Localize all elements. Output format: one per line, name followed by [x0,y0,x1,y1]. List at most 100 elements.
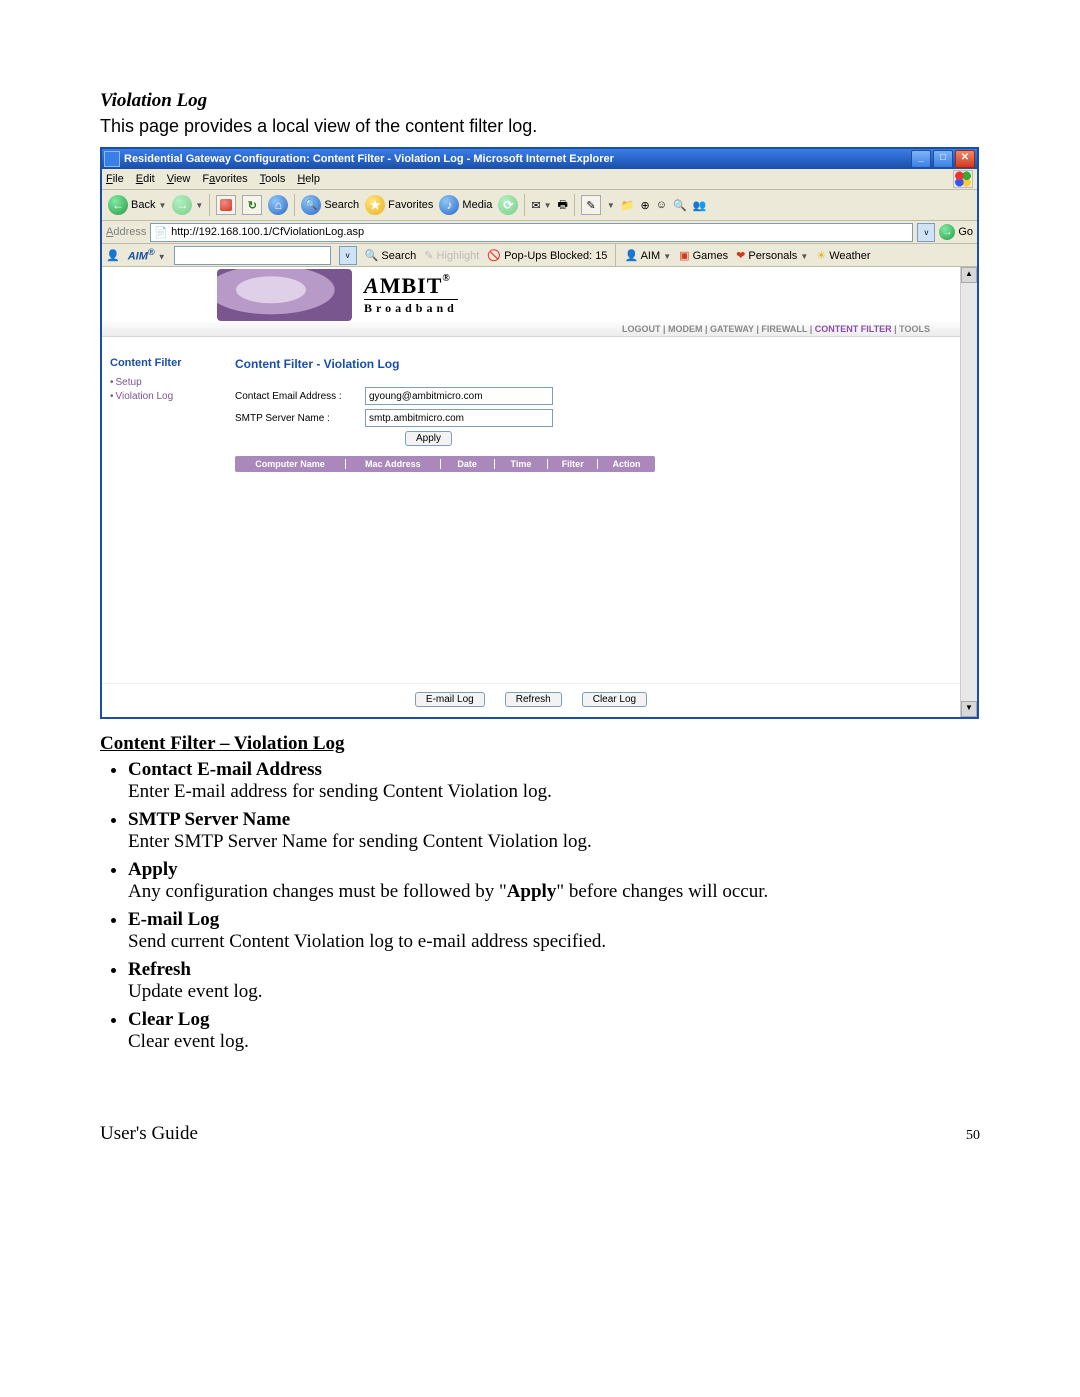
top-nav: LOGOUT | MODEM | GATEWAY | FIREWALL | CO… [102,322,960,337]
world-image [217,269,352,321]
edit-button[interactable]: ✎ [581,195,601,215]
col-computer-name: Computer Name [235,459,346,469]
home-button[interactable]: ⌂ [268,195,288,215]
games-icon: ▣ [679,250,689,262]
footer-page-number: 50 [966,1128,980,1144]
media-button[interactable]: ♪Media [439,195,492,215]
aim-games[interactable]: ▣ Games [679,249,728,262]
email-log-button[interactable]: E-mail Log [415,692,485,707]
section-intro: This page provides a local view of the c… [100,116,980,137]
scroll-down-icon[interactable]: ▼ [961,701,977,717]
nav-logout[interactable]: LOGOUT [622,324,661,334]
email-label: Contact Email Address : [235,391,365,402]
nav-tools[interactable]: TOOLS [899,324,930,334]
back-button[interactable]: ← Back ▼ [108,195,166,215]
mail-icon: ✉ [531,199,540,212]
window-title: Residential Gateway Configuration: Conte… [124,153,614,165]
menu-view[interactable]: View [167,173,191,185]
sidenav-violation-log[interactable]: Violation Log [110,391,225,402]
panel-title: Content Filter - Violation Log [235,357,930,371]
search-button[interactable]: 🔍Search [301,195,359,215]
toolbar: ← Back ▼ → ▼ ↻ ⌂ 🔍Search ★Favorites ♪Med… [102,190,977,221]
refresh-button-panel[interactable]: Refresh [505,692,562,707]
print-button[interactable]: 🖶 [558,196,568,215]
aim-icon: 👤 [624,250,638,262]
aim-logo-icon: 👤 [106,249,120,262]
smtp-input[interactable] [365,409,553,427]
brand-logo: AMBIT® Broadband [364,273,458,316]
history-button[interactable]: ⟳ [498,195,518,215]
nav-gateway[interactable]: GATEWAY [710,324,754,334]
forward-button[interactable]: → ▼ [172,195,203,215]
block-icon: 🚫 [487,250,501,262]
nav-firewall[interactable]: FIREWALL [761,324,807,334]
menu-file[interactable]: FFileile [106,173,124,185]
aim-menu[interactable]: 👤 AIM ▼ [624,249,671,262]
brand-header: AMBIT® Broadband [102,267,960,322]
aim-popups-button[interactable]: 🚫 Pop-Ups Blocked: 15 [487,249,607,262]
email-input[interactable] [365,387,553,405]
star-icon: ★ [365,195,385,215]
ie-icon [104,151,120,167]
browser-window: Residential Gateway Configuration: Conte… [100,147,979,719]
doc-item-smtp: SMTP Server Name Enter SMTP Server Name … [128,809,980,853]
refresh-button[interactable]: ↻ [242,195,262,215]
aim-search-dropdown[interactable]: v [339,246,357,265]
col-mac-address: Mac Address [346,459,441,469]
aim-logo[interactable]: AIM® ▼ [128,247,166,263]
toolbar-extra-1[interactable]: ⊕ [641,199,650,212]
toolbar-extra-3[interactable]: 🔍 [673,199,687,212]
maximize-button[interactable]: □ [933,150,953,168]
aim-highlight-button[interactable]: ✎ Highlight [424,249,479,262]
main-panel: Content Filter - Violation Log Contact E… [225,337,960,683]
clear-log-button[interactable]: Clear Log [582,692,647,707]
aim-personals[interactable]: ❤ Personals ▼ [736,249,808,262]
toolbar-extra-4[interactable]: 👥 [693,199,707,212]
aim-weather[interactable]: ☀ Weather [816,249,870,262]
address-bar: Address 📄 http://192.168.100.1/CfViolati… [102,221,977,244]
address-label: Address [106,226,146,238]
smtp-label: SMTP Server Name : [235,413,365,424]
menu-help[interactable]: Help [297,173,320,185]
minimize-button[interactable]: _ [911,150,931,168]
menu-edit[interactable]: Edit [136,173,155,185]
people-icon: 👥 [693,199,707,212]
address-input[interactable]: 📄 http://192.168.100.1/CfViolationLog.as… [150,223,913,242]
vertical-scrollbar[interactable]: ▲ ▼ [960,267,977,717]
menu-favorites[interactable]: Favorites [202,173,247,185]
print-icon: 🖶 [558,196,568,215]
arrow-left-icon: ← [108,195,128,215]
apply-button[interactable]: Apply [405,431,452,446]
address-dropdown[interactable]: v [917,223,935,242]
doc-item-emaillog: E-mail Log Send current Content Violatio… [128,909,980,953]
aim-search-input[interactable] [174,246,331,265]
col-action: Action [598,459,655,469]
arrow-right-icon: → [172,195,192,215]
toolbar-extra-2[interactable]: ☺ [656,199,667,211]
doc-item-refresh: Refresh Update event log. [128,959,980,1003]
stop-button[interactable] [216,195,236,215]
page-footer: User's Guide 50 [100,1123,980,1145]
menu-tools[interactable]: Tools [260,173,286,185]
sidenav-setup[interactable]: Setup [110,377,225,388]
aim-search-button[interactable]: 🔍 Search [365,249,417,262]
nav-modem[interactable]: MODEM [668,324,703,334]
page-icon: 📄 [154,226,168,239]
title-bar: Residential Gateway Configuration: Conte… [102,149,977,169]
favorites-button[interactable]: ★Favorites [365,195,433,215]
nav-content-filter[interactable]: CONTENT FILTER [815,324,892,334]
aim-toolbar: 👤 AIM® ▼ v 🔍 Search ✎ Highlight 🚫 Pop-Up… [102,244,977,267]
address-url: http://192.168.100.1/CfViolationLog.asp [171,226,364,238]
doc-item-apply: Apply Any configuration changes must be … [128,859,980,903]
discuss-button[interactable]: 📁 [621,199,635,212]
side-nav: Content Filter Setup Violation Log [102,337,225,683]
close-button[interactable]: ✕ [955,150,975,168]
scroll-up-icon[interactable]: ▲ [961,267,977,283]
menu-bar: FFileile Edit View Favorites Tools Help [102,169,977,190]
mail-button[interactable]: ✉▼ [531,199,551,212]
col-time: Time [495,459,549,469]
col-filter: Filter [548,459,598,469]
refresh-icon: ↻ [248,199,257,212]
go-button[interactable]: → Go [939,224,973,240]
heart-icon: ❤ [736,250,745,262]
